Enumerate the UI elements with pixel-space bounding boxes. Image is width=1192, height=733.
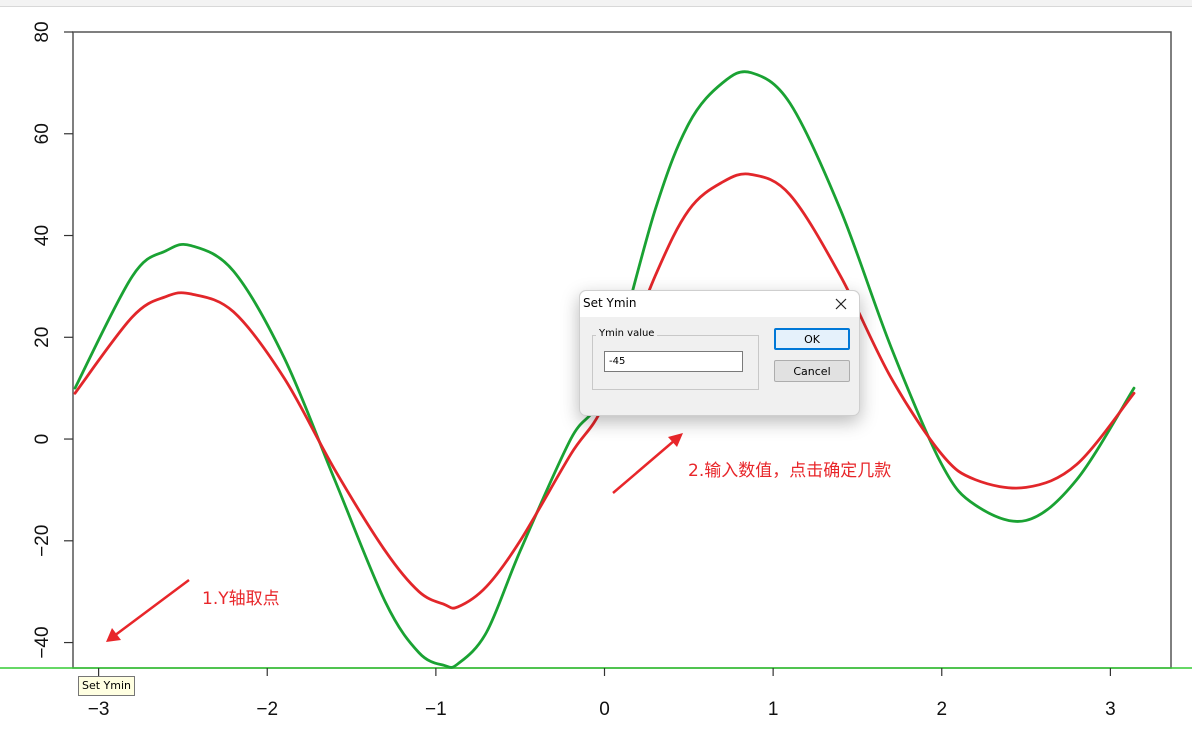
dialog-close-button[interactable] [831, 294, 851, 314]
y-axis: −40 −20 0 20 40 60 80 [32, 21, 73, 659]
ymin-value-group-label: Ymin value [596, 328, 658, 339]
ymin-value-input[interactable] [604, 351, 743, 372]
x-tick-label: −2 [256, 699, 278, 720]
x-tick-label: 3 [1105, 699, 1116, 720]
set-ymin-tooltip: Set Ymin [78, 676, 136, 696]
ok-button[interactable]: OK [774, 328, 850, 350]
set-ymin-dialog: Set Ymin Ymin value OK Cancel [579, 290, 860, 416]
x-tick-label: 0 [599, 699, 610, 720]
y-tick-label: 60 [32, 123, 53, 144]
x-axis: −3 −2 −1 0 1 2 3 [88, 668, 1116, 720]
x-tick-label: −3 [88, 699, 110, 720]
y-tick-label: 0 [32, 434, 53, 445]
annotation-step-1: 1.Y轴取点 [202, 589, 280, 609]
y-tick-label: −20 [32, 525, 53, 557]
y-tick-label: 80 [32, 21, 53, 42]
y-tick-label: −40 [32, 626, 53, 658]
annotation-arrow-1 [106, 578, 190, 642]
annotation-step-2: 2.输入数值，点击确定几款 [688, 461, 891, 481]
x-tick-label: 2 [936, 699, 947, 720]
y-tick-label: 40 [32, 225, 53, 246]
dialog-title: Set Ymin [583, 296, 637, 310]
x-tick-label: 1 [768, 699, 779, 720]
y-tick-label: 20 [32, 327, 53, 348]
x-tick-label: −1 [425, 699, 447, 720]
dialog-titlebar[interactable]: Set Ymin [580, 291, 859, 317]
cancel-button[interactable]: Cancel [774, 360, 850, 382]
close-icon [835, 298, 847, 310]
annotation-arrow-2 [612, 433, 683, 494]
